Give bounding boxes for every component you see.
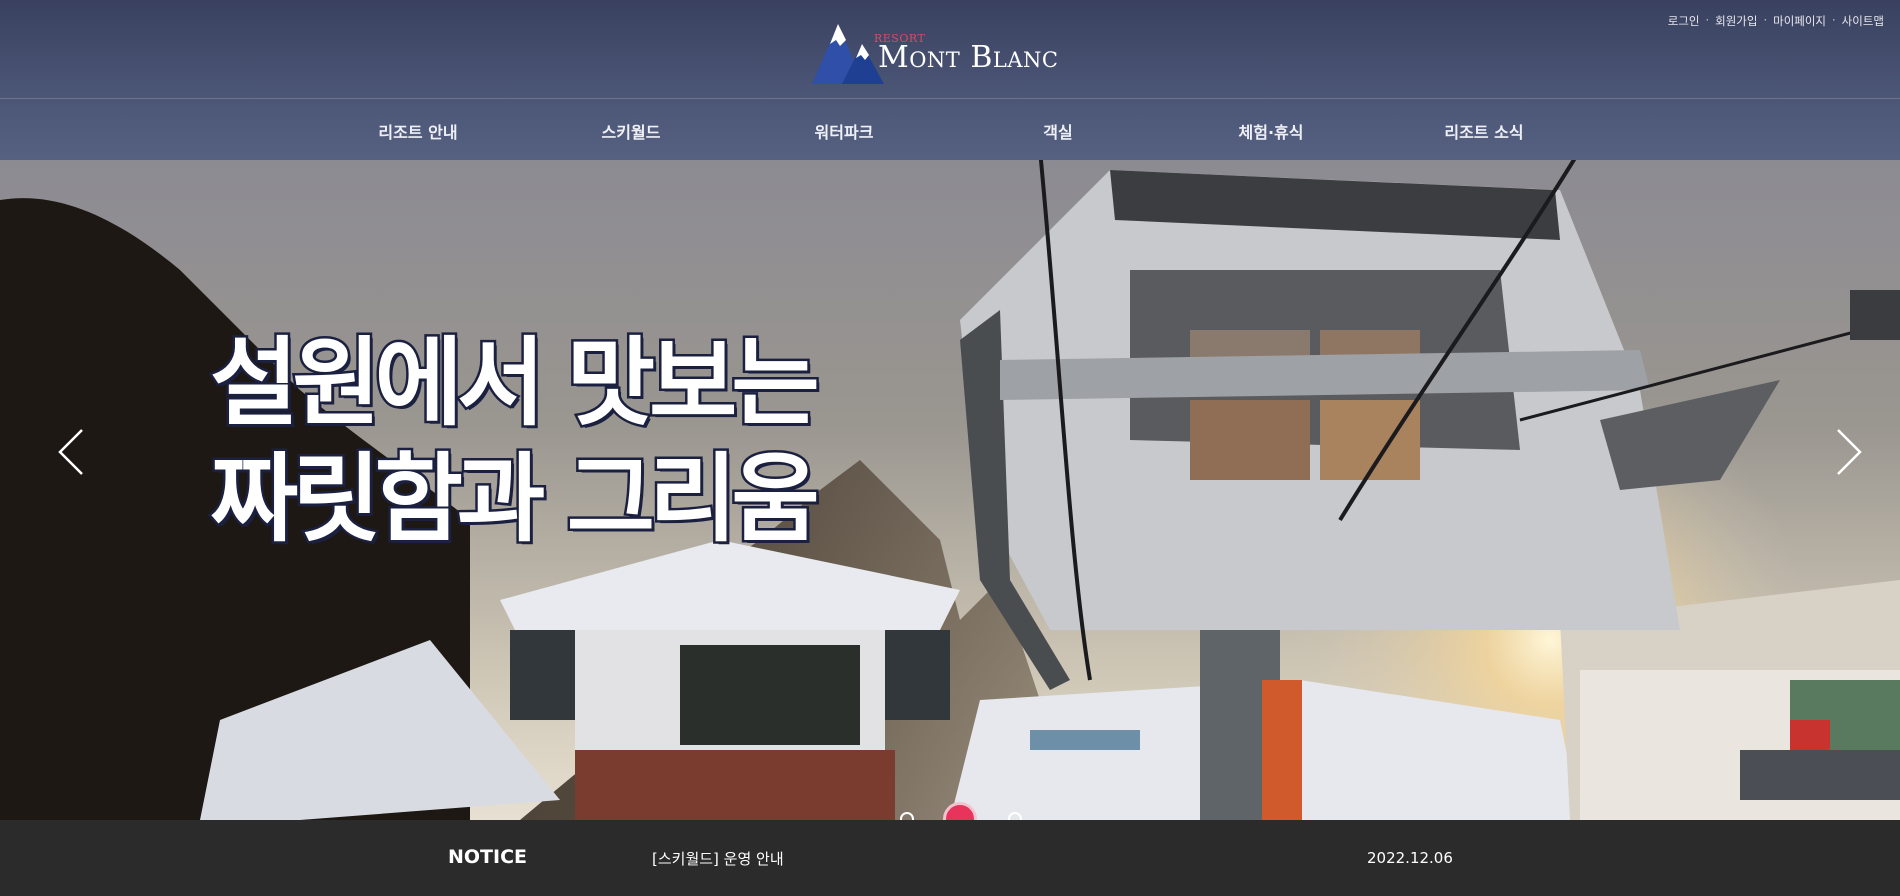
slider-next-button[interactable] [1830,422,1870,482]
nav-item-rooms[interactable]: 객실 [1043,119,1072,143]
signup-link[interactable]: 회원가입 [1715,13,1757,29]
chevron-right-icon [1837,429,1862,475]
hero-slider: 설원에서 맛보는 짜릿함과 그리움 [0,160,1900,820]
slider-dot[interactable] [900,812,914,820]
notice-date: 2022.12.06 [1367,849,1453,867]
nav-item-ski-world[interactable]: 스키월드 [602,119,661,143]
nav-item-water-park[interactable]: 워터파크 [815,119,874,143]
chevron-left-icon [58,429,83,475]
notice-title-link[interactable]: [스키월드] 운영 안내 [652,848,784,869]
slider-prev-button[interactable] [50,422,90,482]
nav-item-experience[interactable]: 체험·휴식 [1239,119,1304,143]
site-header: 로그인 · 회원가입 · 마이페이지 · 사이트맵 RESORT Mont Bl… [0,0,1900,160]
hero-headline-line-1: 설원에서 맛보는 [208,325,823,442]
util-separator: · [1705,13,1710,27]
notice-bar: NOTICE [스키월드] 운영 안내 2022.12.06 [0,820,1900,896]
hero-headline-line-2: 짜릿함과 그리움 [208,441,823,558]
nav-item-resort-info[interactable]: 리조트 안내 [378,119,457,143]
notice-label: NOTICE [448,846,528,868]
hero-headline: 설원에서 맛보는 짜릿함과 그리움 [208,325,823,558]
login-link[interactable]: 로그인 [1668,13,1700,29]
header-topbar: 로그인 · 회원가입 · 마이페이지 · 사이트맵 RESORT Mont Bl… [0,0,1900,99]
main-navigation: 리조트 안내 스키월드 워터파크 객실 체험·휴식 리조트 소식 [0,100,1900,160]
mypage-link[interactable]: 마이페이지 [1773,13,1826,29]
slider-dot[interactable] [1008,812,1022,820]
util-separator: · [1832,13,1836,27]
util-separator: · [1763,13,1768,27]
logo-brand-text: Mont Blanc [878,40,1059,75]
site-logo[interactable]: RESORT Mont Blanc [812,22,1088,86]
slider-pagination [890,802,1030,820]
sitemap-link[interactable]: 사이트맵 [1842,13,1884,29]
utility-links: 로그인 · 회원가입 · 마이페이지 · 사이트맵 [1668,13,1884,29]
nav-item-resort-news[interactable]: 리조트 소식 [1444,119,1523,143]
